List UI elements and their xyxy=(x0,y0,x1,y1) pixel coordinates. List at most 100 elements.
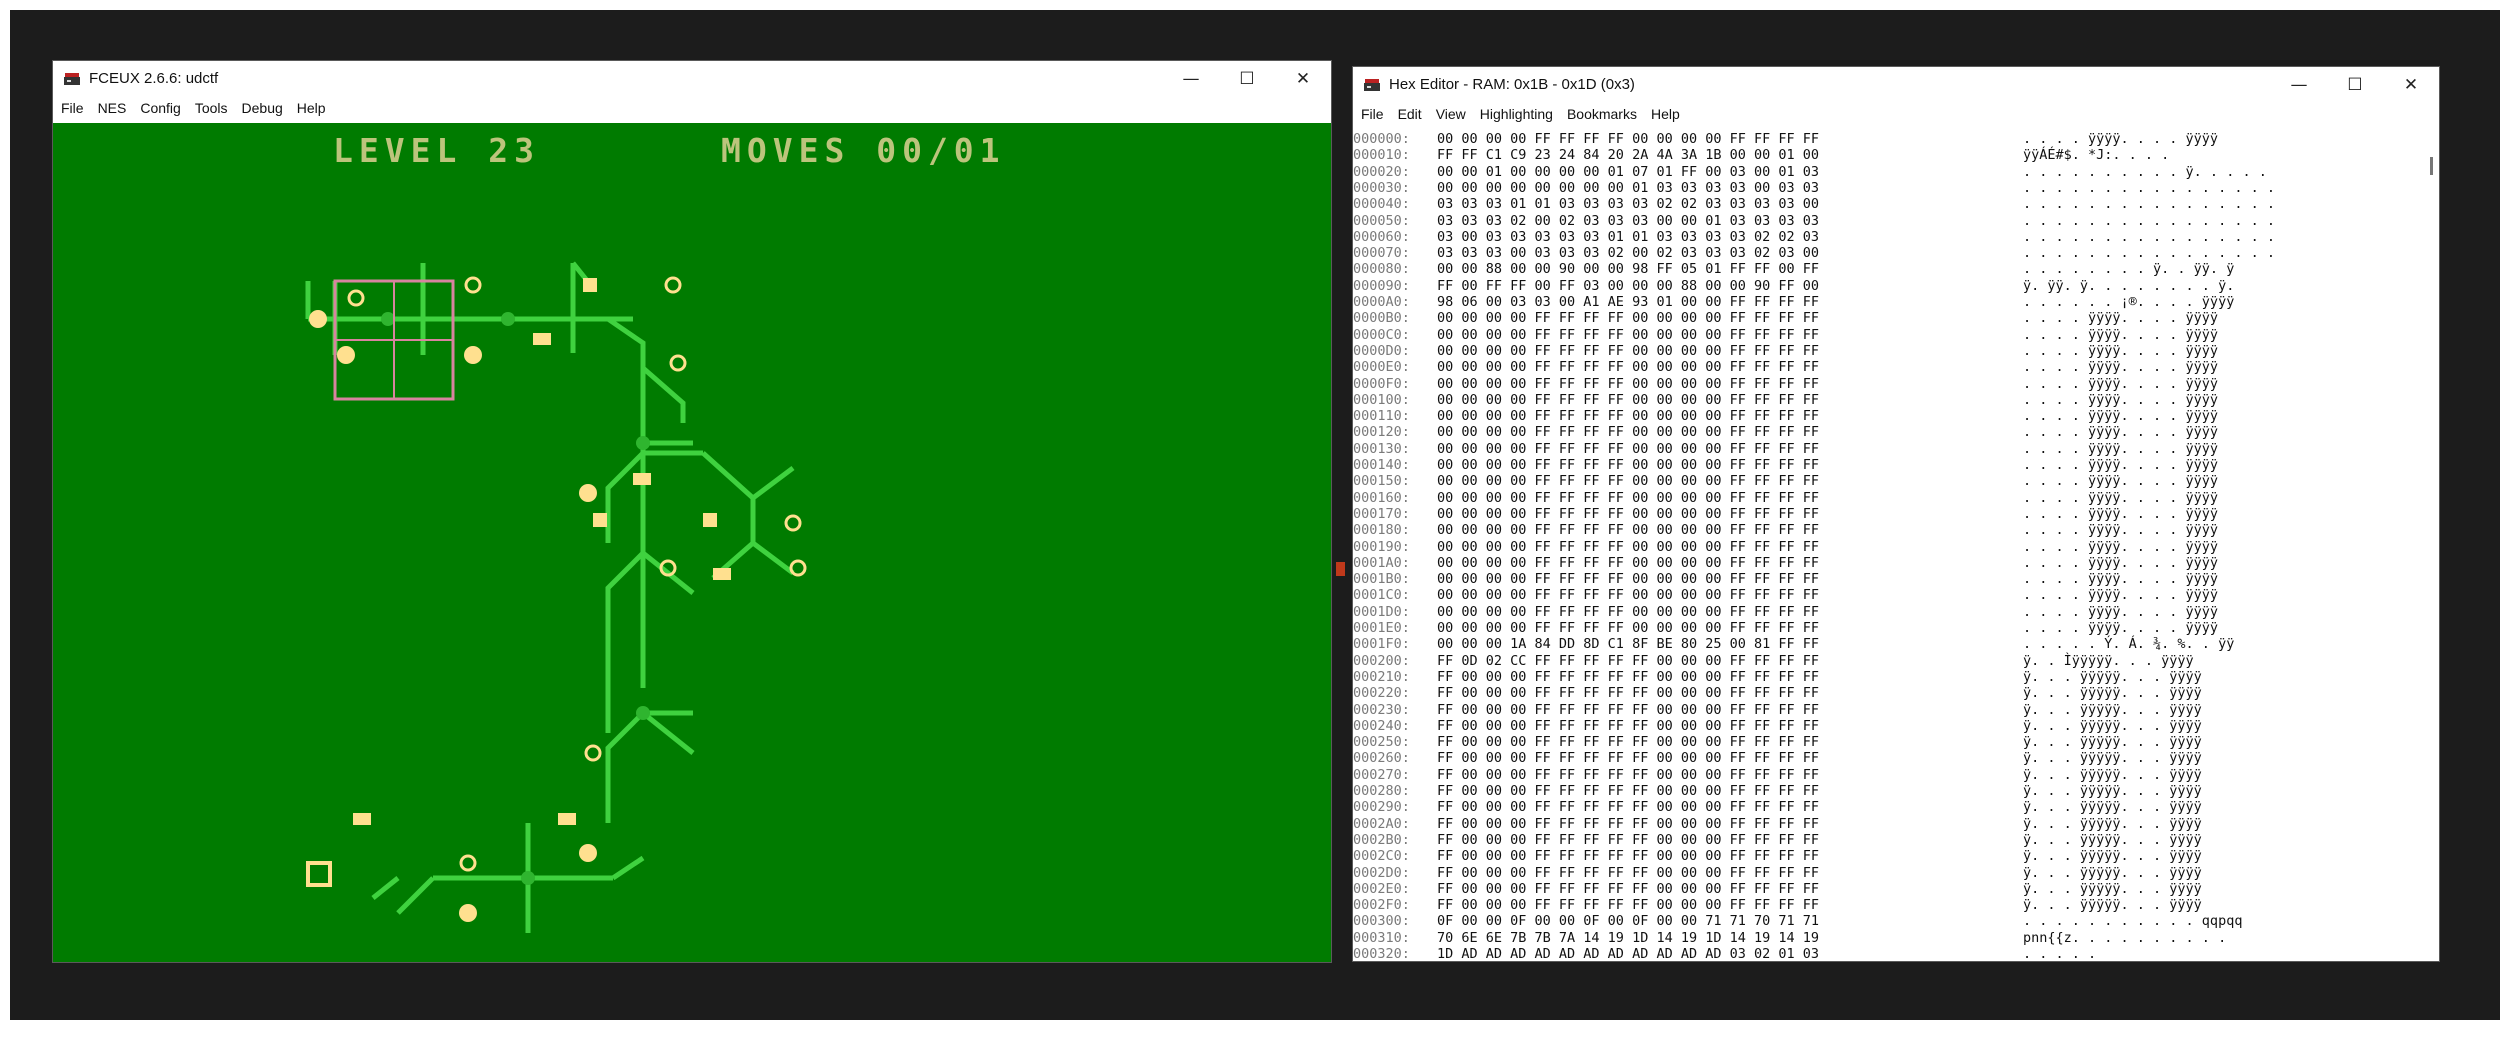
menu-help[interactable]: Help xyxy=(297,100,326,116)
hex-row-ascii[interactable]: . . . . ÿÿÿÿ. . . . ÿÿÿÿ xyxy=(2023,343,2218,359)
vertical-scrollbar[interactable] xyxy=(2430,157,2433,175)
hex-row-ascii[interactable]: . . . . ÿÿÿÿ. . . . ÿÿÿÿ xyxy=(2023,620,2218,636)
hex-row-bytes[interactable]: 00 00 01 00 00 00 00 01 07 01 FF 00 03 0… xyxy=(1437,164,1819,180)
hex-row-ascii[interactable]: ÿ. . . ÿÿÿÿÿ. . . ÿÿÿÿ xyxy=(2023,881,2202,897)
hex-row-ascii[interactable]: ÿ. ÿÿ. ÿ. . . . . . . . ÿ. xyxy=(2023,278,2234,294)
hex-row-ascii[interactable]: ÿ. . . ÿÿÿÿÿ. . . ÿÿÿÿ xyxy=(2023,799,2202,815)
hex-row-bytes[interactable]: 00 00 00 00 FF FF FF FF 00 00 00 00 FF F… xyxy=(1437,555,1819,571)
hex-row-bytes[interactable]: FF 00 FF FF 00 FF 03 00 00 00 88 00 00 9… xyxy=(1437,278,1819,294)
hex-row-ascii[interactable]: ÿ. . . ÿÿÿÿÿ. . . ÿÿÿÿ xyxy=(2023,865,2202,881)
hex-row-ascii[interactable]: . . . . . . . . . . . . . . . . xyxy=(2023,229,2275,245)
hex-row-bytes[interactable]: 00 00 00 00 FF FF FF FF 00 00 00 00 FF F… xyxy=(1437,587,1819,603)
hex-row-bytes[interactable]: FF 00 00 00 FF FF FF FF FF 00 00 00 FF F… xyxy=(1437,767,1819,783)
hex-row-ascii[interactable]: ÿ. . . ÿÿÿÿÿ. . . ÿÿÿÿ xyxy=(2023,897,2202,913)
menu-tools[interactable]: Tools xyxy=(195,100,228,116)
hex-row-ascii[interactable]: . . . . ÿÿÿÿ. . . . ÿÿÿÿ xyxy=(2023,310,2218,326)
hex-row-ascii[interactable]: . . . . . Ý. Á. ¾. %. . ÿÿ xyxy=(2023,636,2234,652)
hex-row-bytes[interactable]: FF 00 00 00 FF FF FF FF FF 00 00 00 FF F… xyxy=(1437,832,1819,848)
hex-row-ascii[interactable]: ÿ. . . ÿÿÿÿÿ. . . ÿÿÿÿ xyxy=(2023,750,2202,766)
hex-row-bytes[interactable]: FF 00 00 00 FF FF FF FF FF 00 00 00 FF F… xyxy=(1437,718,1819,734)
hex-row-bytes[interactable]: 0F 00 00 0F 00 00 0F 00 0F 00 00 71 71 7… xyxy=(1437,913,1819,929)
hex-row-ascii[interactable]: . . . . ÿÿÿÿ. . . . ÿÿÿÿ xyxy=(2023,604,2218,620)
maximize-button[interactable]: ☐ xyxy=(2327,67,2383,103)
hex-dump[interactable]: 000000: 00 00 00 00 FF FF FF FF 00 00 00 … xyxy=(1353,131,2439,961)
hex-row-bytes[interactable]: 00 00 00 00 FF FF FF FF 00 00 00 00 FF F… xyxy=(1437,441,1819,457)
hex-row-bytes[interactable]: 00 00 00 1A 84 DD 8D C1 8F BE 80 25 00 8… xyxy=(1437,636,1819,652)
hex-row-bytes[interactable]: FF 00 00 00 FF FF FF FF FF 00 00 00 FF F… xyxy=(1437,799,1819,815)
emulator-window[interactable]: FCEUX 2.6.6: udctf — ☐ ✕ File NES Config… xyxy=(52,60,1332,963)
hex-row-bytes[interactable]: 03 03 03 02 00 02 03 03 03 00 00 01 03 0… xyxy=(1437,213,1819,229)
hex-row-ascii[interactable]: ÿ. . . ÿÿÿÿÿ. . . ÿÿÿÿ xyxy=(2023,685,2202,701)
hex-row-ascii[interactable]: ÿ. . . ÿÿÿÿÿ. . . ÿÿÿÿ xyxy=(2023,767,2202,783)
hex-editor-window[interactable]: Hex Editor - RAM: 0x1B - 0x1D (0x3) — ☐ … xyxy=(1352,66,2440,962)
hex-row-ascii[interactable]: ÿ. . . ÿÿÿÿÿ. . . ÿÿÿÿ xyxy=(2023,734,2202,750)
hex-row-ascii[interactable]: . . . . . . . . . . . qqpqq xyxy=(2023,913,2242,929)
hex-row-ascii[interactable]: . . . . ÿÿÿÿ. . . . ÿÿÿÿ xyxy=(2023,441,2218,457)
minimize-button[interactable]: — xyxy=(1163,61,1219,97)
hex-row-bytes[interactable]: 00 00 00 00 00 00 00 00 01 03 03 03 03 0… xyxy=(1437,180,1819,196)
hex-row-ascii[interactable]: . . . . ÿÿÿÿ. . . . ÿÿÿÿ xyxy=(2023,424,2218,440)
hex-row-bytes[interactable]: 00 00 00 00 FF FF FF FF 00 00 00 00 FF F… xyxy=(1437,473,1819,489)
hex-row-bytes[interactable]: 03 03 03 01 01 03 03 03 03 02 02 03 03 0… xyxy=(1437,196,1819,212)
hex-row-bytes[interactable]: FF 0D 02 CC FF FF FF FF FF 00 00 00 FF F… xyxy=(1437,653,1819,669)
hex-row-ascii[interactable]: . . . . ÿÿÿÿ. . . . ÿÿÿÿ xyxy=(2023,473,2218,489)
hex-row-bytes[interactable]: FF 00 00 00 FF FF FF FF FF 00 00 00 FF F… xyxy=(1437,848,1819,864)
hex-row-bytes[interactable]: 00 00 00 00 FF FF FF FF 00 00 00 00 FF F… xyxy=(1437,571,1819,587)
maximize-button[interactable]: ☐ xyxy=(1219,61,1275,97)
hex-row-ascii[interactable]: ÿ. . . ÿÿÿÿÿ. . . ÿÿÿÿ xyxy=(2023,832,2202,848)
hex-row-ascii[interactable]: ÿ. . Ìÿÿÿÿÿ. . . ÿÿÿÿ xyxy=(2023,653,2194,669)
menu-debug[interactable]: Debug xyxy=(242,100,283,116)
hex-row-ascii[interactable]: . . . . ÿÿÿÿ. . . . ÿÿÿÿ xyxy=(2023,457,2218,473)
hex-row-bytes[interactable]: 00 00 88 00 00 90 00 00 98 FF 05 01 FF F… xyxy=(1437,261,1819,277)
hex-row-bytes[interactable]: 00 00 00 00 FF FF FF FF 00 00 00 00 FF F… xyxy=(1437,310,1819,326)
hex-row-ascii[interactable]: . . . . . . . . . . . . . . . . xyxy=(2023,196,2275,212)
hex-row-ascii[interactable]: . . . . . . ¡®. . . . ÿÿÿÿ xyxy=(2023,294,2234,310)
hex-row-ascii[interactable]: . . . . ÿÿÿÿ. . . . ÿÿÿÿ xyxy=(2023,376,2218,392)
hex-row-bytes[interactable]: 1D AD AD AD AD AD AD AD AD AD AD AD 03 0… xyxy=(1437,946,1819,961)
hex-row-ascii[interactable]: . . . . . . . . . . . . . . . . xyxy=(2023,245,2275,261)
menu-edit[interactable]: Edit xyxy=(1398,106,1422,122)
hex-row-ascii[interactable]: . . . . ÿÿÿÿ. . . . ÿÿÿÿ xyxy=(2023,522,2218,538)
hex-row-ascii[interactable]: ÿ. . . ÿÿÿÿÿ. . . ÿÿÿÿ xyxy=(2023,669,2202,685)
hex-row-ascii[interactable]: . . . . ÿÿÿÿ. . . . ÿÿÿÿ xyxy=(2023,131,2218,147)
hex-row-bytes[interactable]: 98 06 00 03 03 00 A1 AE 93 01 00 00 FF F… xyxy=(1437,294,1819,310)
hex-row-bytes[interactable]: 00 00 00 00 FF FF FF FF 00 00 00 00 FF F… xyxy=(1437,376,1819,392)
hex-row-ascii[interactable]: ÿÿÁÉ#$. *J:. . . . xyxy=(2023,147,2169,163)
hex-row-bytes[interactable]: FF 00 00 00 FF FF FF FF FF 00 00 00 FF F… xyxy=(1437,750,1819,766)
hex-row-ascii[interactable]: . . . . ÿÿÿÿ. . . . ÿÿÿÿ xyxy=(2023,359,2218,375)
hex-row-bytes[interactable]: FF 00 00 00 FF FF FF FF FF 00 00 00 FF F… xyxy=(1437,865,1819,881)
game-screen[interactable]: LEVEL 23 MOVES 00/01 xyxy=(53,123,1331,962)
hex-row-bytes[interactable]: 00 00 00 00 FF FF FF FF 00 00 00 00 FF F… xyxy=(1437,604,1819,620)
hex-row-ascii[interactable]: . . . . ÿÿÿÿ. . . . ÿÿÿÿ xyxy=(2023,392,2218,408)
hex-row-bytes[interactable]: 00 00 00 00 FF FF FF FF 00 00 00 00 FF F… xyxy=(1437,539,1819,555)
minimize-button[interactable]: — xyxy=(2271,67,2327,103)
hex-row-ascii[interactable]: . . . . ÿÿÿÿ. . . . ÿÿÿÿ xyxy=(2023,539,2218,555)
emulator-titlebar[interactable]: FCEUX 2.6.6: udctf — ☐ ✕ xyxy=(53,61,1331,97)
menu-file[interactable]: File xyxy=(1361,106,1384,122)
hex-row-bytes[interactable]: FF 00 00 00 FF FF FF FF FF 00 00 00 FF F… xyxy=(1437,669,1819,685)
hex-row-ascii[interactable]: . . . . . . . . . . . . . . . . xyxy=(2023,213,2275,229)
hex-row-bytes[interactable]: FF 00 00 00 FF FF FF FF FF 00 00 00 FF F… xyxy=(1437,897,1819,913)
hex-row-ascii[interactable]: pnn{{z. . . . . . . . . . xyxy=(2023,930,2226,946)
hex-row-bytes[interactable]: 00 00 00 00 FF FF FF FF 00 00 00 00 FF F… xyxy=(1437,506,1819,522)
hex-row-bytes[interactable]: 00 00 00 00 FF FF FF FF 00 00 00 00 FF F… xyxy=(1437,424,1819,440)
hex-row-ascii[interactable]: . . . . ÿÿÿÿ. . . . ÿÿÿÿ xyxy=(2023,555,2218,571)
hex-row-bytes[interactable]: 03 03 03 00 03 03 03 02 00 02 03 03 03 0… xyxy=(1437,245,1819,261)
hex-row-bytes[interactable]: FF 00 00 00 FF FF FF FF FF 00 00 00 FF F… xyxy=(1437,783,1819,799)
close-button[interactable]: ✕ xyxy=(1275,61,1331,97)
hex-row-ascii[interactable]: . . . . ÿÿÿÿ. . . . ÿÿÿÿ xyxy=(2023,587,2218,603)
hex-row-bytes[interactable]: 00 00 00 00 FF FF FF FF 00 00 00 00 FF F… xyxy=(1437,343,1819,359)
hex-row-bytes[interactable]: 00 00 00 00 FF FF FF FF 00 00 00 00 FF F… xyxy=(1437,620,1819,636)
menu-highlighting[interactable]: Highlighting xyxy=(1480,106,1553,122)
hex-row-bytes[interactable]: 00 00 00 00 FF FF FF FF 00 00 00 00 FF F… xyxy=(1437,327,1819,343)
menu-nes[interactable]: NES xyxy=(98,100,127,116)
hex-row-bytes[interactable]: 00 00 00 00 FF FF FF FF 00 00 00 00 FF F… xyxy=(1437,522,1819,538)
hex-row-bytes[interactable]: FF 00 00 00 FF FF FF FF FF 00 00 00 FF F… xyxy=(1437,702,1819,718)
hex-row-ascii[interactable]: . ­­­­­­­­­­­. . . . xyxy=(2023,946,2096,961)
hex-editor-titlebar[interactable]: Hex Editor - RAM: 0x1B - 0x1D (0x3) — ☐ … xyxy=(1353,67,2439,103)
hex-row-bytes[interactable]: FF 00 00 00 FF FF FF FF FF 00 00 00 FF F… xyxy=(1437,881,1819,897)
hex-row-ascii[interactable]: . . . . ÿÿÿÿ. . . . ÿÿÿÿ xyxy=(2023,571,2218,587)
window-drag-handle[interactable] xyxy=(1336,562,1345,576)
hex-row-ascii[interactable]: . . . . ÿÿÿÿ. . . . ÿÿÿÿ xyxy=(2023,327,2218,343)
hex-row-bytes[interactable]: FF 00 00 00 FF FF FF FF FF 00 00 00 FF F… xyxy=(1437,685,1819,701)
